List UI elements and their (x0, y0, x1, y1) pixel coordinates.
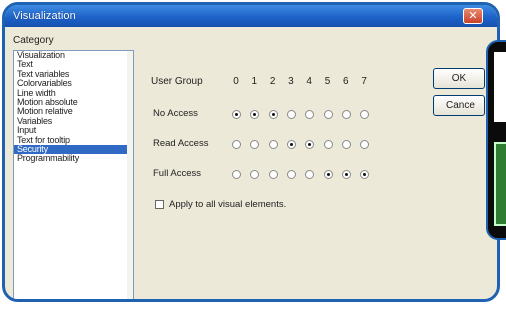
access-radio-button[interactable] (268, 170, 278, 179)
access-radio-button[interactable] (323, 170, 333, 179)
category-label: Category (13, 35, 54, 46)
user-group-number: 4 (306, 76, 312, 87)
dialog-window: Visualization ✕ Category Visualization Te… (2, 2, 500, 302)
access-radio-button[interactable] (232, 140, 241, 149)
access-radio-button[interactable] (305, 110, 315, 119)
access-radio-button[interactable] (232, 170, 241, 179)
access-radio-button[interactable] (341, 170, 351, 179)
user-group-number: 7 (361, 76, 367, 87)
access-radio-button[interactable] (360, 110, 370, 119)
access-level-label: No Access (153, 108, 198, 119)
access-radio-button[interactable] (305, 170, 315, 179)
title-bar: Visualization ✕ (5, 5, 497, 27)
user-group-number: 2 (269, 76, 276, 87)
preview-white-area (494, 52, 506, 122)
access-radio-button[interactable] (360, 170, 370, 179)
apply-all-checkbox[interactable] (155, 200, 164, 209)
apply-all-label: Apply to all visual elements. (169, 199, 287, 210)
user-group-number: 6 (343, 76, 349, 87)
access-radio-button[interactable] (268, 110, 278, 119)
access-row: Full Access (145, 165, 401, 183)
preview-green-area (494, 142, 506, 226)
access-radio-button[interactable] (341, 140, 351, 149)
access-radio-button[interactable] (232, 110, 241, 119)
access-radio-button[interactable] (341, 110, 351, 119)
category-items: Visualization Text Text variables Colorvari… (14, 50, 133, 164)
access-radio-button[interactable] (286, 170, 296, 179)
access-level-label: Read Access (153, 138, 209, 149)
category-list[interactable]: Visualization Text Text variables Colorvari… (13, 50, 134, 299)
access-radio-button[interactable] (305, 140, 315, 149)
grid-header: User Group 0 12 3 4 5 6 7 (145, 72, 401, 90)
background-preview-panel (486, 40, 506, 240)
access-radio-button[interactable] (250, 170, 260, 179)
access-radio-button[interactable] (250, 140, 260, 149)
category-item[interactable]: Programmability (14, 153, 133, 163)
access-row: Read Access (145, 135, 401, 153)
access-row: No Access (145, 105, 401, 123)
user-group-number: 1 (251, 76, 258, 87)
user-group-number: 3 (288, 76, 294, 87)
access-radio-button[interactable] (250, 110, 260, 119)
cancel-button[interactable]: Cance (433, 95, 485, 116)
access-radio-button[interactable] (286, 140, 296, 149)
user-group-number: 0 (233, 76, 239, 87)
user-group-number: 5 (324, 76, 331, 87)
ok-button[interactable]: OK (433, 68, 485, 89)
close-icon: ✕ (468, 10, 478, 22)
access-level-label: Full Access (153, 168, 202, 179)
access-radio-button[interactable] (268, 140, 278, 149)
access-radio-button[interactable] (360, 140, 370, 149)
close-button[interactable]: ✕ (463, 8, 483, 24)
user-group-label: User Group (151, 76, 203, 87)
window-title: Visualization (13, 10, 76, 22)
access-radio-button[interactable] (286, 110, 296, 119)
list-scrollbar[interactable] (127, 51, 133, 299)
access-radio-button[interactable] (323, 140, 333, 149)
access-radio-button[interactable] (323, 110, 333, 119)
